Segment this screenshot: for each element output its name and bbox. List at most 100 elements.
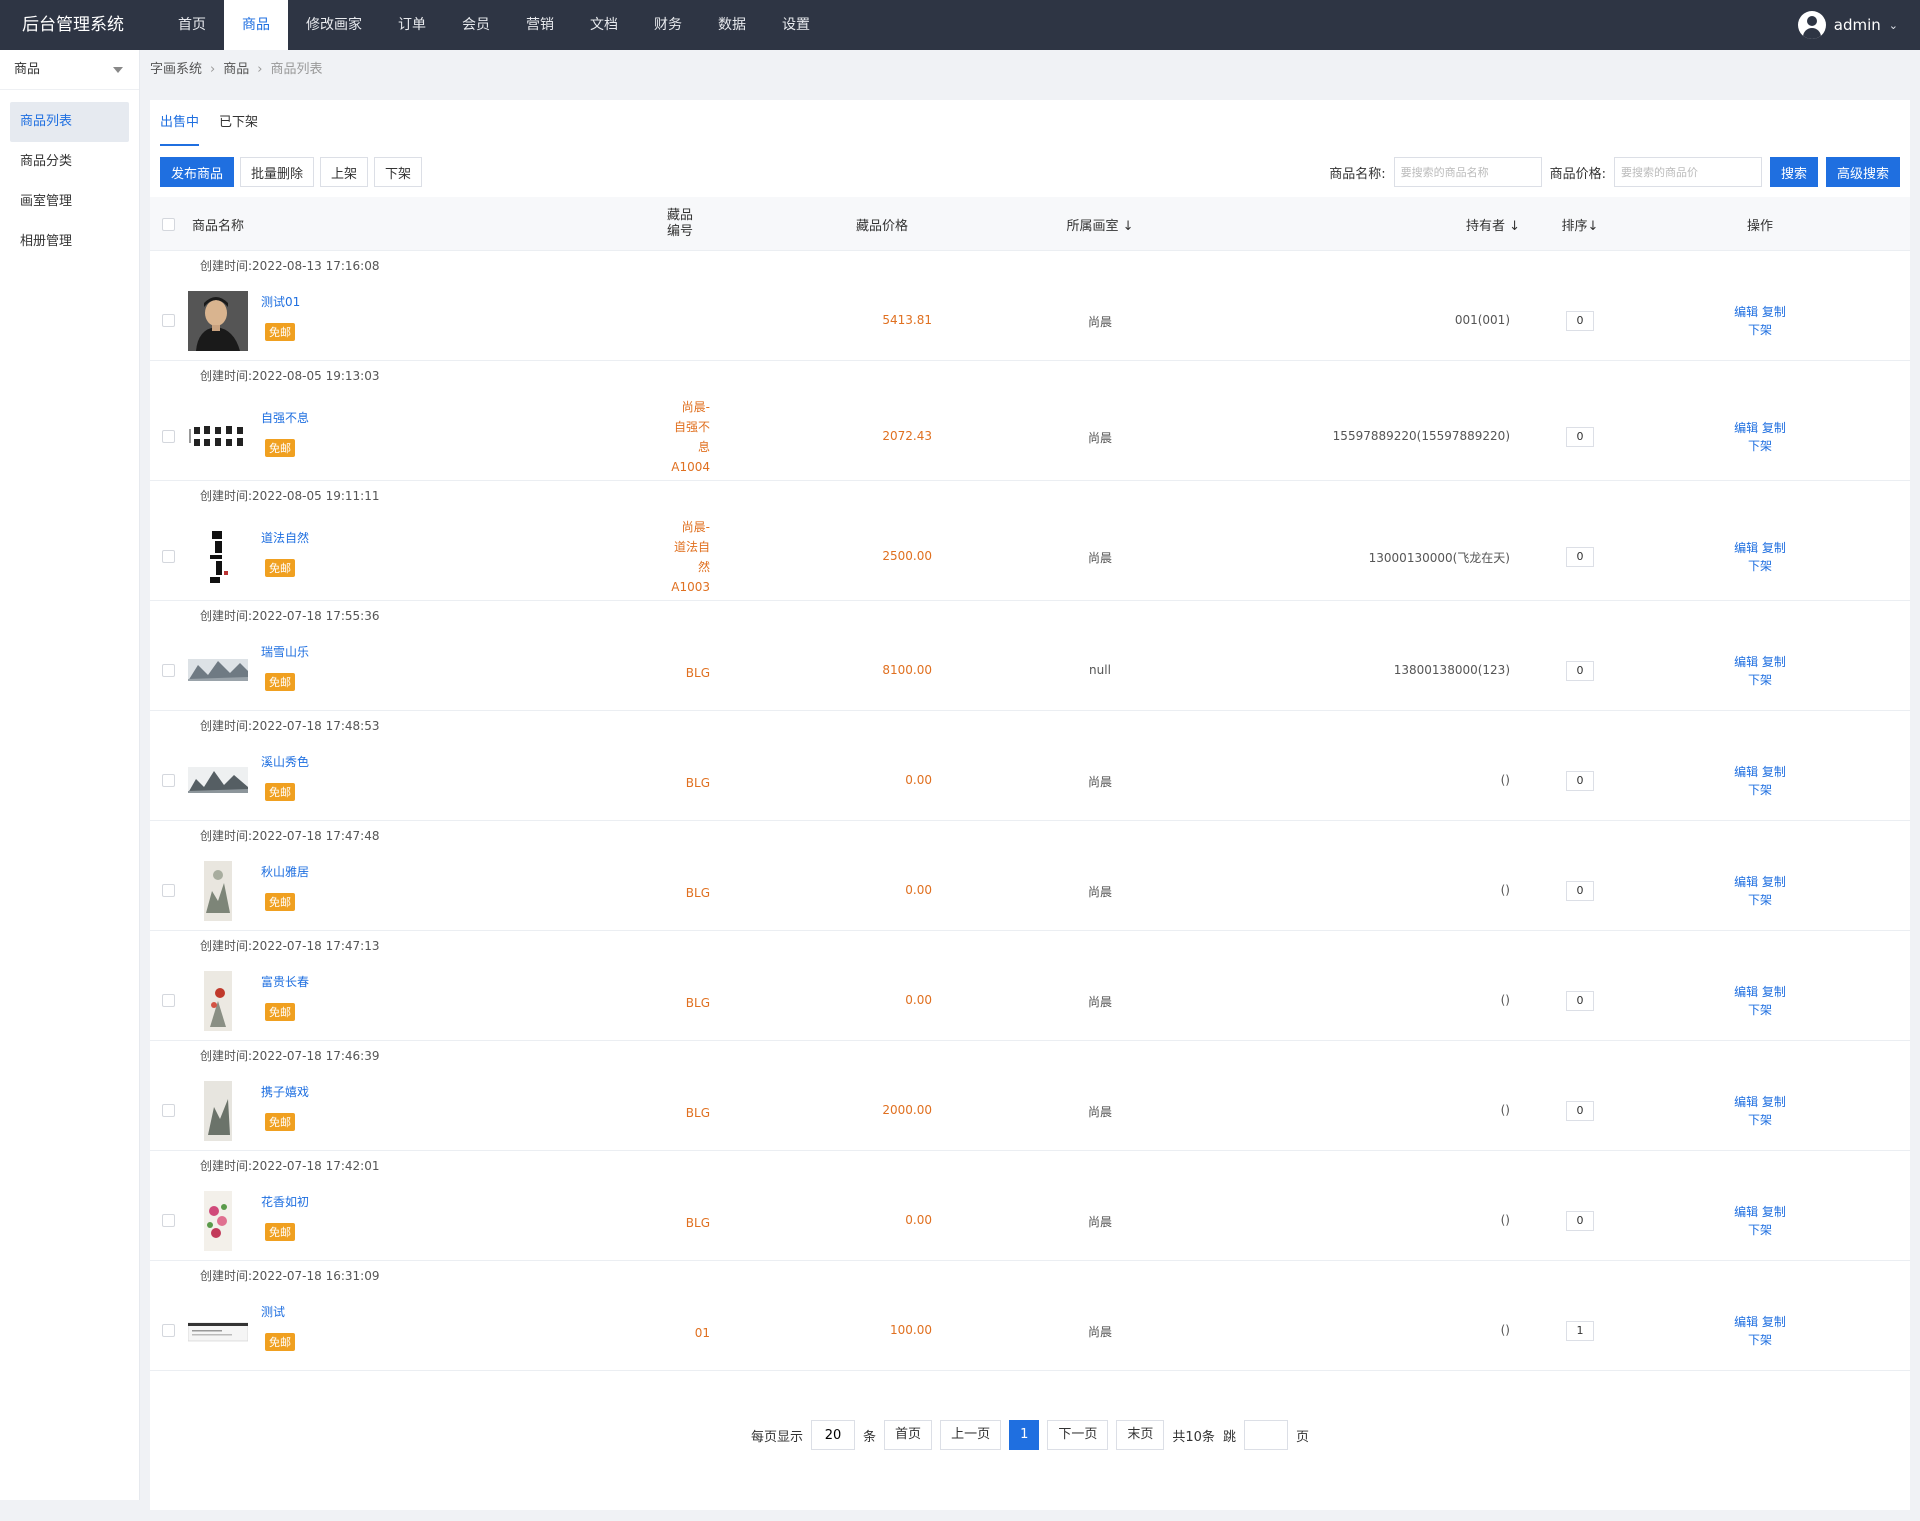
nav-item-4[interactable]: 会员 <box>444 0 508 50</box>
off-shelf-link[interactable]: 下架 <box>1748 1113 1772 1127</box>
advanced-search-button[interactable]: 高级搜索 <box>1825 157 1900 187</box>
product-thumbnail[interactable] <box>188 1301 248 1361</box>
edit-link[interactable]: 编辑 <box>1734 985 1758 999</box>
product-thumbnail[interactable] <box>188 861 248 921</box>
copy-link[interactable]: 复制 <box>1762 655 1786 669</box>
row-checkbox[interactable] <box>162 774 175 787</box>
tab-off-shelf[interactable]: 已下架 <box>219 100 258 146</box>
nav-item-8[interactable]: 数据 <box>700 0 764 50</box>
nav-item-1[interactable]: 商品 <box>224 0 288 50</box>
row-checkbox[interactable] <box>162 314 175 327</box>
copy-link[interactable]: 复制 <box>1762 541 1786 555</box>
next-page-button[interactable]: 下一页 <box>1047 1420 1109 1450</box>
product-name-link[interactable]: 溪山秀色 <box>261 753 309 770</box>
row-checkbox[interactable] <box>162 994 175 1007</box>
nav-item-6[interactable]: 文档 <box>572 0 636 50</box>
nav-item-3[interactable]: 订单 <box>380 0 444 50</box>
product-name-link[interactable]: 测试 <box>261 1303 285 1320</box>
edit-link[interactable]: 编辑 <box>1734 1095 1758 1109</box>
sort-value[interactable]: 0 <box>1566 547 1594 567</box>
off-shelf-link[interactable]: 下架 <box>1748 323 1772 337</box>
col-studio[interactable]: 所属画室 ↓ <box>1030 197 1170 251</box>
row-checkbox[interactable] <box>162 550 175 563</box>
edit-link[interactable]: 编辑 <box>1734 541 1758 555</box>
product-name-link[interactable]: 秋山雅居 <box>261 863 309 880</box>
off-shelf-link[interactable]: 下架 <box>1748 1003 1772 1017</box>
sort-value[interactable]: 0 <box>1566 427 1594 447</box>
edit-link[interactable]: 编辑 <box>1734 765 1758 779</box>
copy-link[interactable]: 复制 <box>1762 421 1786 435</box>
edit-link[interactable]: 编辑 <box>1734 1315 1758 1329</box>
sidebar-item-2[interactable]: 画室管理 <box>10 182 129 222</box>
sort-value[interactable]: 1 <box>1566 1321 1594 1341</box>
copy-link[interactable]: 复制 <box>1762 1315 1786 1329</box>
price-search-input[interactable] <box>1613 157 1762 187</box>
off-shelf-link[interactable]: 下架 <box>1748 559 1772 573</box>
nav-item-2[interactable]: 修改画家 <box>288 0 380 50</box>
off-shelf-link[interactable]: 下架 <box>1748 783 1772 797</box>
sort-value[interactable]: 0 <box>1566 771 1594 791</box>
row-checkbox[interactable] <box>162 1214 175 1227</box>
sort-value[interactable]: 0 <box>1566 661 1594 681</box>
edit-link[interactable]: 编辑 <box>1734 655 1758 669</box>
sidebar-item-3[interactable]: 相册管理 <box>10 222 129 262</box>
product-name-link[interactable]: 瑞雪山乐 <box>261 643 309 660</box>
sort-value[interactable]: 0 <box>1566 881 1594 901</box>
sidebar-module-select[interactable]: 商品 <box>0 50 139 90</box>
product-thumbnail[interactable] <box>188 1081 248 1141</box>
copy-link[interactable]: 复制 <box>1762 875 1786 889</box>
product-name-link[interactable]: 携子嬉戏 <box>261 1083 309 1100</box>
sort-value[interactable]: 0 <box>1566 1211 1594 1231</box>
copy-link[interactable]: 复制 <box>1762 1095 1786 1109</box>
product-thumbnail[interactable] <box>188 751 248 811</box>
copy-link[interactable]: 复制 <box>1762 985 1786 999</box>
nav-item-9[interactable]: 设置 <box>764 0 828 50</box>
last-page-button[interactable]: 末页 <box>1116 1420 1165 1450</box>
off-shelf-link[interactable]: 下架 <box>1748 1223 1772 1237</box>
off-shelf-link[interactable]: 下架 <box>1748 673 1772 687</box>
edit-link[interactable]: 编辑 <box>1734 421 1758 435</box>
search-button[interactable]: 搜索 <box>1769 157 1818 187</box>
sidebar-item-0[interactable]: 商品列表 <box>10 102 129 142</box>
edit-link[interactable]: 编辑 <box>1734 1205 1758 1219</box>
product-thumbnail[interactable] <box>188 1191 248 1251</box>
product-name-link[interactable]: 道法自然 <box>261 529 309 546</box>
product-thumbnail[interactable] <box>188 527 248 587</box>
product-name-link[interactable]: 花香如初 <box>261 1193 309 1210</box>
sidebar-item-1[interactable]: 商品分类 <box>10 142 129 182</box>
nav-item-5[interactable]: 营销 <box>508 0 572 50</box>
off-shelf-link[interactable]: 下架 <box>1748 439 1772 453</box>
product-thumbnail[interactable] <box>188 971 248 1031</box>
breadcrumb-item-system[interactable]: 字画系统 <box>150 62 202 77</box>
row-checkbox[interactable] <box>162 430 175 443</box>
off-shelf-link[interactable]: 下架 <box>1748 893 1772 907</box>
batch-delete-button[interactable]: 批量删除 <box>240 157 315 187</box>
on-shelf-button[interactable]: 上架 <box>320 157 369 187</box>
user-menu[interactable]: admin ⌄ <box>1797 0 1898 50</box>
col-sort[interactable]: 排序↓ <box>1550 197 1610 251</box>
row-checkbox[interactable] <box>162 884 175 897</box>
product-name-link[interactable]: 测试01 <box>261 293 300 310</box>
product-name-link[interactable]: 富贵长春 <box>261 973 309 990</box>
copy-link[interactable]: 复制 <box>1762 765 1786 779</box>
product-thumbnail[interactable] <box>188 641 248 701</box>
prev-page-button[interactable]: 上一页 <box>940 1420 1002 1450</box>
product-thumbnail[interactable] <box>188 291 248 351</box>
product-thumbnail[interactable] <box>188 407 248 467</box>
publish-button[interactable]: 发布商品 <box>160 157 235 187</box>
select-all-checkbox[interactable] <box>162 217 175 231</box>
name-search-input[interactable] <box>1393 157 1542 187</box>
jump-page-input[interactable] <box>1243 1420 1288 1450</box>
nav-item-0[interactable]: 首页 <box>160 0 224 50</box>
product-name-link[interactable]: 自强不息 <box>261 409 309 426</box>
copy-link[interactable]: 复制 <box>1762 1205 1786 1219</box>
edit-link[interactable]: 编辑 <box>1734 305 1758 319</box>
row-checkbox[interactable] <box>162 1104 175 1117</box>
tab-on-sale[interactable]: 出售中 <box>160 100 200 146</box>
breadcrumb-item-goods[interactable]: 商品 <box>223 62 249 77</box>
per-page-input[interactable] <box>811 1420 856 1450</box>
edit-link[interactable]: 编辑 <box>1734 875 1758 889</box>
nav-item-7[interactable]: 财务 <box>636 0 700 50</box>
page-1-button[interactable]: 1 <box>1009 1420 1040 1450</box>
sort-value[interactable]: 0 <box>1566 991 1594 1011</box>
